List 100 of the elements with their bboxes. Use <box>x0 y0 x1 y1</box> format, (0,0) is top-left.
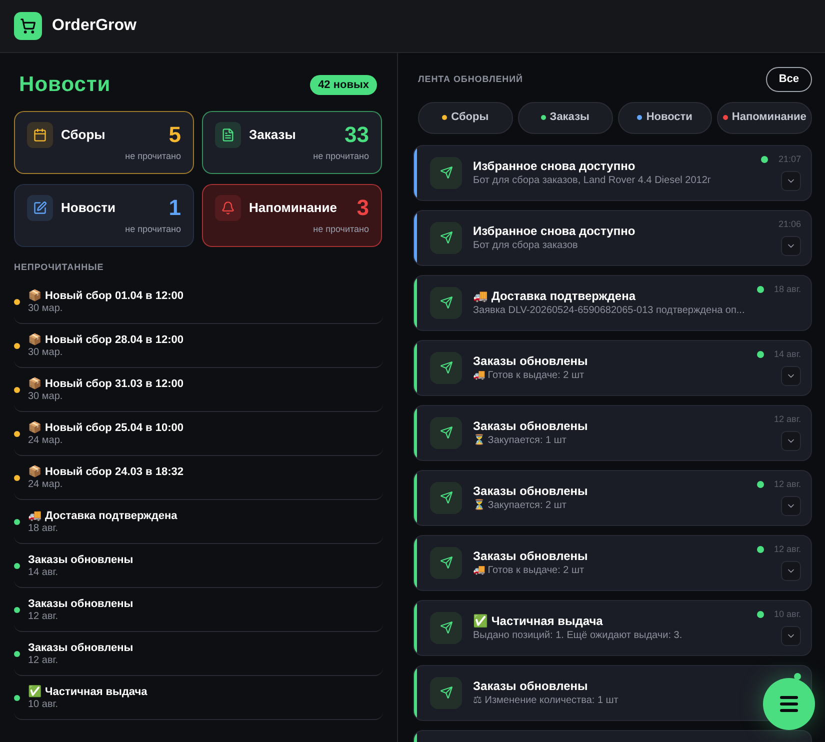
feed-card[interactable]: Заказы обновлены 🚚 Готов к выдаче: 2 шт 14 авг. <box>413 340 812 396</box>
stat-count: 5 <box>168 124 181 146</box>
card-text: ⏳ Закупается: 1 шт <box>473 434 568 448</box>
card-title: ✅ Частичная выдача <box>473 612 604 628</box>
item-title: 📦 Новый сбор 31.03 в 12:00 <box>28 376 184 390</box>
card-text: Выдано позиций: 1. Ещё ожидают выдачи: 3. <box>473 628 684 642</box>
feed-card[interactable]: Избранное снова доступно Бот для сбора заказов, Land Rover 4.4 Diesel 2012г 21:07 <box>413 144 812 200</box>
item-title: 📦 Новый сбор 25.04 в 10:00 <box>28 420 184 434</box>
card-time: 18 авг. <box>774 282 801 296</box>
card-time: 12 авг. <box>774 478 801 490</box>
unread-item[interactable]: Заказы обновлены 12 авг. <box>14 588 383 632</box>
card-time: 12 авг. <box>774 542 801 556</box>
item-date: 12 авг. <box>28 610 59 622</box>
calendar-icon <box>33 128 47 142</box>
item-date: 24 мар. <box>28 434 64 446</box>
unread-item[interactable]: Заказы обновлены 12 авг. <box>14 632 383 676</box>
item-date: 14 авг. <box>28 566 59 578</box>
menu-button[interactable] <box>763 678 815 730</box>
stat-caption: не прочитано <box>313 150 369 163</box>
unread-item[interactable]: Заказы обновлены 14 авг. <box>14 544 383 588</box>
unread-item[interactable]: 📦 Новый сбор 28.04 в 12:00 30 мар. <box>14 324 383 368</box>
item-date: 30 мар. <box>28 302 64 314</box>
unread-item[interactable]: 📦 Новый сбор 01.04 в 12:00 30 мар. <box>14 280 383 324</box>
send-icon <box>430 676 462 708</box>
feed-card[interactable]: ✅ Частичная выдача Выдано позиций: 1. Ещё ожидают выдачи: 3. 10 авг. <box>413 600 812 656</box>
stat-card[interactable]: Напоминание 3 не прочитано <box>202 184 382 246</box>
send-icon <box>430 286 462 318</box>
feed-card[interactable]: Заказы обновлены ⚖ Изменение количества: 1 шт <box>413 664 812 720</box>
stat-label: Напоминание <box>249 198 338 217</box>
card-text: Бот для сбора заказов <box>473 238 579 252</box>
card-time: 21:07 <box>778 152 801 166</box>
stat-card[interactable]: Сборы 5 не прочитано <box>14 110 194 174</box>
stat-card[interactable]: Новости 1 не прочитано <box>14 184 194 246</box>
unread-item[interactable]: ✅ Частичная выдача 10 авг. <box>14 676 383 720</box>
stat-count: 1 <box>168 196 181 218</box>
all-button[interactable]: Все <box>766 67 812 92</box>
app-name: OrderGrow <box>52 16 136 36</box>
expand-button[interactable] <box>781 236 801 256</box>
stat-label: Новости <box>61 198 117 217</box>
card-text: ⏳ Закупается: 2 шт <box>473 498 568 512</box>
expand-button[interactable] <box>781 626 801 646</box>
card-title: 🚚 Доставка подтверждена <box>473 288 637 304</box>
card-title: Заказы обновлены <box>473 352 589 368</box>
stat-count: 3 <box>356 196 369 218</box>
card-text: ⚖ Изменение количества: 1 шт <box>473 694 620 708</box>
item-title: Заказы обновлены <box>28 596 134 610</box>
feed-card[interactable]: Заказы обновлены ⏳ Закупается: 2 шт 12 авг. <box>413 470 812 526</box>
card-title: Избранное снова доступно <box>473 222 636 238</box>
menu-icon <box>780 696 798 712</box>
item-date: 10 авг. <box>28 698 59 710</box>
card-title: Заказы обновлены <box>473 482 589 498</box>
card-title: Заказы обновлены <box>473 678 589 694</box>
feed-title: ЛЕНТА ОБНОВЛЕНИЙ <box>418 72 523 86</box>
item-title: Заказы обновлены <box>28 640 134 654</box>
send-icon <box>430 222 462 254</box>
expand-button[interactable] <box>781 561 801 581</box>
unread-item[interactable]: 📦 Новый сбор 31.03 в 12:00 30 мар. <box>14 368 383 412</box>
card-text: 🚚 Готов к выдаче: 2 шт <box>473 368 586 382</box>
feed-card[interactable]: Заказы обновлены 🚚 Готов к выдаче: 2 шт 12 авг. <box>413 534 812 590</box>
stat-caption: не прочитано <box>125 222 181 236</box>
bell-icon <box>221 200 235 214</box>
unread-item[interactable]: 📦 Новый сбор 24.03 в 18:32 24 мар. <box>14 456 383 500</box>
send-icon <box>430 612 462 644</box>
expand-button[interactable] <box>781 171 801 191</box>
card-text: Бот для сбора заказов, Land Rover 4.4 Diesel 2012г <box>473 174 712 188</box>
item-date: 24 мар. <box>28 478 64 490</box>
stat-label: Сборы <box>61 126 106 144</box>
item-title: 📦 Новый сбор 28.04 в 12:00 <box>28 332 184 346</box>
filter-chip[interactable]: Сборы <box>418 102 513 134</box>
unread-item[interactable]: 📦 Новый сбор 25.04 в 10:00 24 мар. <box>14 412 383 456</box>
send-icon <box>430 482 462 514</box>
unread-item[interactable]: 🚚 Доставка подтверждена 18 авг. <box>14 500 383 544</box>
filter-chip[interactable]: Напоминание <box>717 102 812 134</box>
feed-card[interactable]: Избранное снова доступно Бот для сбора заказов 21:06 <box>413 210 812 266</box>
card-time: 21:06 <box>778 218 801 230</box>
document-icon <box>221 128 235 142</box>
expand-button[interactable] <box>781 496 801 516</box>
stat-label: Заказы <box>249 126 297 144</box>
card-text: Заявка DLV-20260524-6590682065-013 подтверждена оп... <box>473 304 746 318</box>
filter-chip[interactable]: Новости <box>618 102 712 134</box>
expand-button[interactable] <box>781 431 801 451</box>
edit-icon <box>33 200 47 214</box>
feed-card[interactable]: Заказы обновлены ⏳ Закупается: 1 шт 12 авг. <box>413 404 812 460</box>
stat-card[interactable]: Заказы 33 не прочитано <box>202 110 382 174</box>
send-icon <box>430 416 462 448</box>
expand-button[interactable] <box>781 366 801 386</box>
feed-card[interactable]: 🚚 Доставка подтверждена Заявка DLV-20260524-6590682065-013 подтверждена оп... 18 авг. <box>413 274 812 330</box>
item-date: 18 авг. <box>28 522 59 534</box>
section-heading: НЕПРОЧИТАННЫЕ <box>14 260 105 274</box>
card-time: 12 авг. <box>774 412 801 426</box>
card-time: 10 авг. <box>774 608 801 620</box>
card-title: Избранное снова доступно <box>473 158 636 174</box>
cart-logo-icon <box>14 12 42 40</box>
stat-count: 33 <box>344 124 369 146</box>
item-title: 📦 Новый сбор 24.03 в 18:32 <box>28 464 184 478</box>
filter-chip[interactable]: Заказы <box>518 102 612 134</box>
send-icon <box>430 546 462 578</box>
stat-caption: не прочитано <box>313 222 369 236</box>
item-title: 🚚 Доставка подтверждена <box>28 508 178 522</box>
card-time: 14 авг. <box>774 348 801 360</box>
